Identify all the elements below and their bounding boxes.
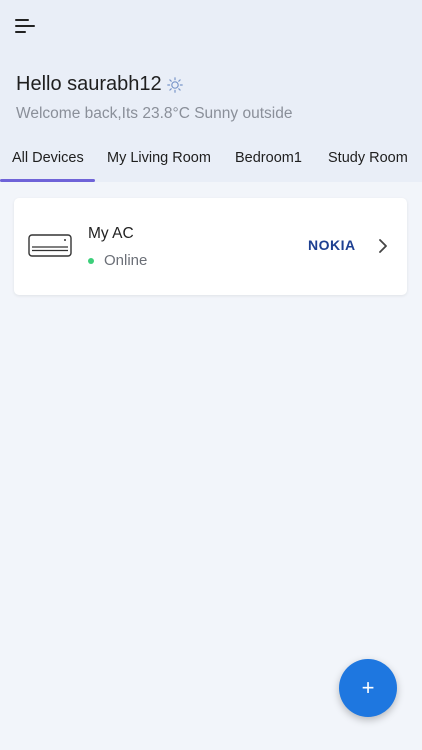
active-tab-indicator xyxy=(0,179,95,182)
device-card-my-ac[interactable]: My AC Online NOKIA xyxy=(14,198,407,295)
weather-message: Welcome back,Its 23.8°C Sunny outside xyxy=(16,105,293,122)
greeting: Hello saurabh12 xyxy=(16,73,183,96)
brand-logo: NOKIA xyxy=(308,237,356,253)
tab-study-room[interactable]: Study Room xyxy=(328,150,408,166)
sun-icon xyxy=(166,76,183,93)
header: Hello saurabh12 Welcome back,Its 23.8°C … xyxy=(0,0,422,182)
online-status-dot xyxy=(88,258,94,264)
tab-my-living-room[interactable]: My Living Room xyxy=(107,150,211,166)
tab-bedroom1[interactable]: Bedroom1 xyxy=(235,150,302,166)
chevron-right-icon[interactable] xyxy=(376,238,390,254)
room-tabs: All Devices My Living Room Bedroom1 Stud… xyxy=(0,138,422,182)
air-conditioner-icon xyxy=(28,234,72,257)
device-name: My AC xyxy=(88,225,134,242)
add-device-button[interactable]: + xyxy=(339,659,397,717)
tab-all-devices[interactable]: All Devices xyxy=(12,150,84,166)
greeting-text: Hello saurabh12 xyxy=(16,73,162,95)
menu-icon[interactable] xyxy=(12,14,38,38)
device-status: Online xyxy=(104,252,148,269)
